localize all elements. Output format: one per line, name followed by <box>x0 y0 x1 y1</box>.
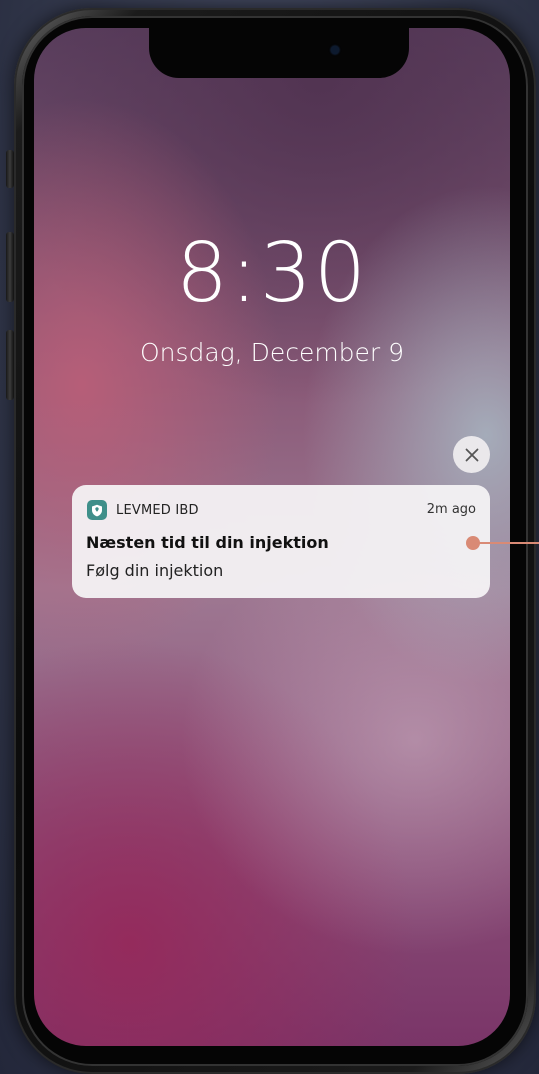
notification-app-name: LEVMED IBD <box>116 503 199 518</box>
notification-timestamp: 2m ago <box>426 502 476 517</box>
side-button-volume-down <box>6 330 14 400</box>
lock-screen-clock: 8:30 <box>175 226 369 321</box>
phone-notch <box>149 28 409 78</box>
device-mockup-stage: 8:30 Onsdag, December 9 LEVMED IBD 2m ag… <box>0 0 539 1074</box>
notification-body: Følg din injektion <box>86 561 224 580</box>
notification-card[interactable]: LEVMED IBD 2m ago Næsten tid til din inj… <box>72 485 490 598</box>
lock-screen-date: Onsdag, December 9 <box>139 338 405 367</box>
dismiss-notifications-button[interactable] <box>453 436 490 473</box>
shield-icon <box>87 500 107 520</box>
close-icon <box>465 448 479 462</box>
lock-screen: 8:30 Onsdag, December 9 LEVMED IBD 2m ag… <box>34 28 510 1046</box>
callout-marker-line <box>478 542 539 544</box>
side-button-silent <box>6 150 14 188</box>
notification-title: Næsten tid til din injektion <box>86 533 329 552</box>
side-button-volume-up <box>6 232 14 302</box>
front-camera <box>331 46 339 54</box>
